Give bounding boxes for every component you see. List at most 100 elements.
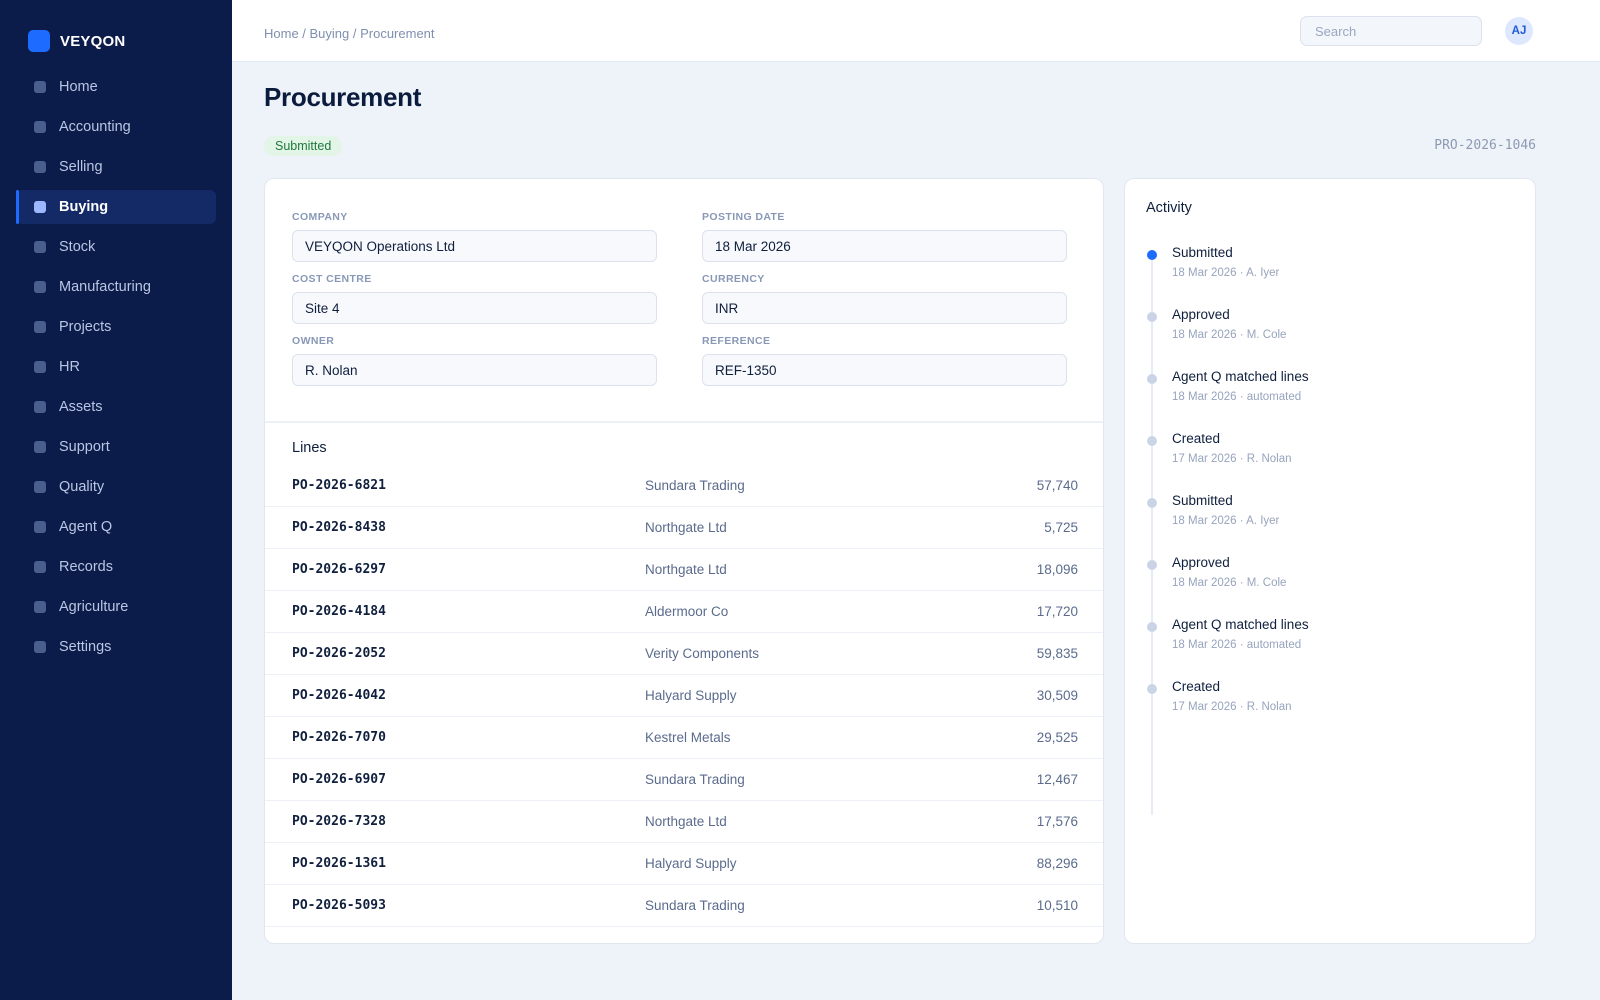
sidebar-item-label: Agent Q [59, 519, 113, 535]
sidebar-item-quality[interactable]: Quality [16, 470, 216, 504]
table-row[interactable]: PO-2026-6907 Sundara Trading 12,467 [265, 759, 1103, 801]
line-id: PO-2026-2052 [292, 646, 386, 661]
line-vendor: Aldermoor Co [645, 604, 729, 619]
sidebar-item-label: Buying [59, 199, 109, 215]
sidebar-item-label: Assets [59, 399, 103, 415]
cost-centre-field[interactable] [292, 292, 657, 324]
timeline-dot-icon [1147, 436, 1157, 446]
status-badge: Submitted [264, 136, 343, 156]
activity-title: Submitted [1172, 245, 1233, 260]
line-id: PO-2026-7328 [292, 814, 386, 829]
table-row[interactable]: PO-2026-6297 Northgate Ltd 18,096 [265, 549, 1103, 591]
line-amount: 17,576 [1036, 814, 1078, 829]
sidebar-item-label: Agriculture [59, 599, 129, 615]
timeline-dot-icon [1147, 374, 1157, 384]
line-id: PO-2026-8438 [292, 520, 386, 535]
sidebar-item-label: Accounting [59, 119, 131, 135]
activity-meta: 18 Mar 2026 · automated [1172, 391, 1302, 403]
stock-icon [34, 241, 46, 253]
table-row[interactable]: PO-2026-6821 Sundara Trading 57,740 [265, 465, 1103, 507]
sidebar-item-records[interactable]: Records [16, 550, 216, 584]
sidebar-item-accounting[interactable]: Accounting [16, 110, 216, 144]
sidebar-item-support[interactable]: Support [16, 430, 216, 464]
list-item: Approved 18 Mar 2026 · M. Cole [1125, 555, 1537, 617]
table-row[interactable]: PO-2026-1361 Halyard Supply 88,296 [265, 843, 1103, 885]
sidebar-item-buying[interactable]: Buying [16, 190, 216, 224]
line-amount: 12,467 [1036, 772, 1078, 787]
currency-field[interactable] [702, 292, 1067, 324]
list-item: Submitted 18 Mar 2026 · A. Iyer [1125, 493, 1537, 555]
selling-icon [34, 161, 46, 173]
table-row[interactable]: PO-2026-4042 Halyard Supply 30,509 [265, 675, 1103, 717]
sidebar-item-agriculture[interactable]: Agriculture [16, 590, 216, 624]
line-amount: 59,835 [1036, 646, 1078, 661]
line-vendor: Northgate Ltd [645, 520, 727, 535]
table-row[interactable]: PO-2026-7070 Kestrel Metals 29,525 [265, 717, 1103, 759]
reference-field-group: REFERENCE [702, 334, 1067, 386]
section-divider [265, 421, 1103, 423]
topbar: Home / Buying / Procurement AJ [232, 0, 1600, 62]
table-row[interactable]: PO-2026-7328 Northgate Ltd 17,576 [265, 801, 1103, 843]
sidebar-item-manufacturing[interactable]: Manufacturing [16, 270, 216, 304]
sidebar-item-label: Projects [59, 319, 112, 335]
line-amount: 88,296 [1036, 856, 1078, 871]
sidebar-item-label: Stock [59, 239, 96, 255]
search-input[interactable] [1300, 16, 1482, 46]
sidebar-item-selling[interactable]: Selling [16, 150, 216, 184]
quality-icon [34, 481, 46, 493]
sidebar-item-hr[interactable]: HR [16, 350, 216, 384]
list-item: Approved 18 Mar 2026 · M. Cole [1125, 307, 1537, 369]
line-vendor: Kestrel Metals [645, 730, 731, 745]
hr-icon [34, 361, 46, 373]
support-icon [34, 441, 46, 453]
line-amount: 29,525 [1036, 730, 1078, 745]
line-vendor: Halyard Supply [645, 856, 737, 871]
line-amount: 17,720 [1036, 604, 1078, 619]
sidebar-item-label: Quality [59, 479, 105, 495]
list-item: Created 17 Mar 2026 · R. Nolan [1125, 679, 1537, 741]
line-id: PO-2026-5093 [292, 898, 386, 913]
reference-field[interactable] [702, 354, 1067, 386]
timeline-dot-icon [1147, 684, 1157, 694]
table-row[interactable]: PO-2026-4184 Aldermoor Co 17,720 [265, 591, 1103, 633]
table-row[interactable]: PO-2026-8438 Northgate Ltd 5,725 [265, 507, 1103, 549]
breadcrumb[interactable]: Home / Buying / Procurement [264, 26, 435, 41]
sidebar-nav: Home Accounting Selling Buying Stock Man… [16, 70, 216, 670]
line-vendor: Sundara Trading [645, 478, 745, 493]
sidebar-item-label: Home [59, 79, 98, 95]
line-vendor: Northgate Ltd [645, 562, 727, 577]
sidebar-item-label: Manufacturing [59, 279, 151, 295]
sidebar-item-label: HR [59, 359, 80, 375]
accounting-icon [34, 121, 46, 133]
posting-date-field[interactable] [702, 230, 1067, 262]
line-amount: 5,725 [1044, 520, 1078, 535]
line-vendor: Verity Components [645, 646, 760, 661]
sidebar-item-label: Records [59, 559, 113, 575]
timeline-dot-icon [1147, 498, 1157, 508]
list-item: Agent Q matched lines 18 Mar 2026 · auto… [1125, 369, 1537, 431]
posting-date-field-group: POSTING DATE [702, 210, 1067, 262]
table-row[interactable]: PO-2026-5093 Sundara Trading 10,510 [265, 885, 1103, 927]
activity-title: Agent Q matched lines [1172, 617, 1309, 632]
brand[interactable]: VEYQON [28, 30, 125, 52]
document-card: COMPANY POSTING DATE COST CENTRE CURRENC… [264, 178, 1104, 944]
avatar[interactable]: AJ [1505, 17, 1533, 45]
cost-centre-field-group: COST CENTRE [292, 272, 657, 324]
sidebar-item-assets[interactable]: Assets [16, 390, 216, 424]
line-id: PO-2026-4042 [292, 688, 386, 703]
line-vendor: Halyard Supply [645, 688, 737, 703]
sidebar-item-agent-q[interactable]: Agent Q [16, 510, 216, 544]
sidebar-item-projects[interactable]: Projects [16, 310, 216, 344]
sidebar-item-home[interactable]: Home [16, 70, 216, 104]
activity-title: Submitted [1172, 493, 1233, 508]
sidebar-item-stock[interactable]: Stock [16, 230, 216, 264]
owner-field[interactable] [292, 354, 657, 386]
timeline-dot-icon [1147, 622, 1157, 632]
company-field[interactable] [292, 230, 657, 262]
agriculture-icon [34, 601, 46, 613]
sidebar-item-label: Settings [59, 639, 112, 655]
sidebar-item-settings[interactable]: Settings [16, 630, 216, 664]
table-row[interactable]: PO-2026-2052 Verity Components 59,835 [265, 633, 1103, 675]
activity-title: Created [1172, 431, 1221, 446]
activity-title: Agent Q matched lines [1172, 369, 1309, 384]
